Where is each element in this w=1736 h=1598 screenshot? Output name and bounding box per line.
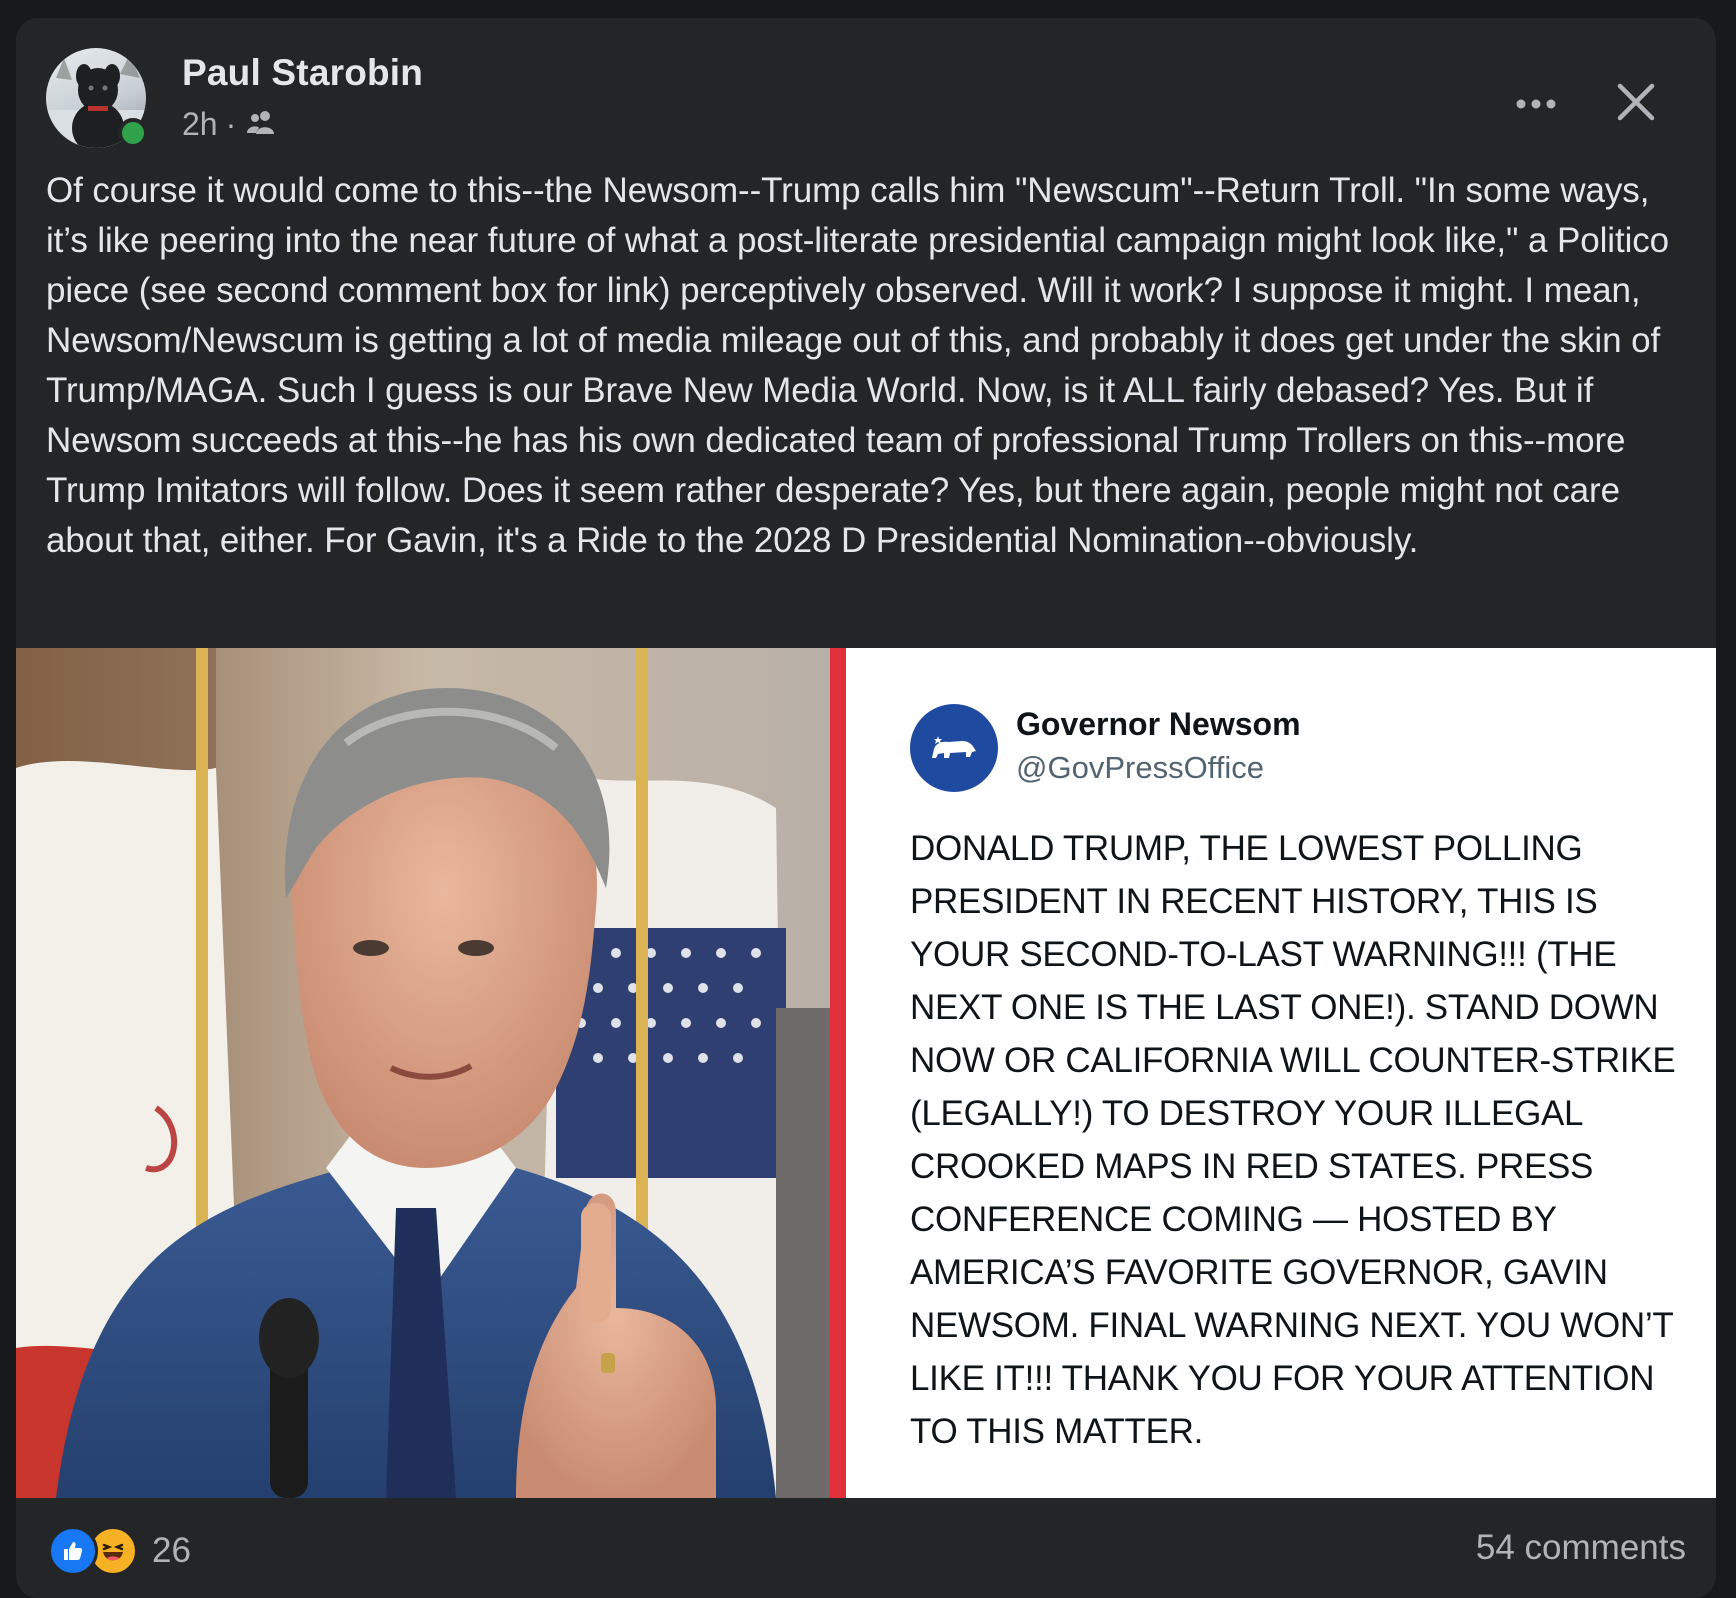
tweet-author-name: Governor Newsom <box>1016 706 1301 742</box>
california-bear-icon <box>910 704 998 792</box>
comments-count-link[interactable]: 54 comments <box>1476 1528 1686 1568</box>
post-image[interactable]: Governor Newsom @GovPressOffice DONALD T… <box>16 648 1716 1498</box>
close-icon[interactable] <box>1606 72 1666 132</box>
post-body-text: Of course it would come to this--the New… <box>46 171 1670 560</box>
like-reaction-icon <box>48 1526 98 1576</box>
tweet-body-text: DONALD TRUMP, THE LOWEST POLLING PRESIDE… <box>910 829 1676 1451</box>
tweet-author-handle: @GovPressOffice <box>1016 750 1264 785</box>
reactions-summary[interactable]: 26 <box>48 1526 191 1576</box>
post-card: Paul Starobin 2h · Of course it would co… <box>16 18 1716 1598</box>
meta-separator: · <box>225 106 237 142</box>
post-header: Paul Starobin 2h · <box>46 48 1686 158</box>
post-meta: 2h · <box>182 106 276 143</box>
post-timestamp[interactable]: 2h <box>182 106 218 143</box>
post-footer: 26 54 comments <box>16 1498 1716 1598</box>
more-options-icon[interactable] <box>1506 84 1566 124</box>
red-divider <box>830 648 846 1498</box>
friends-icon <box>244 106 276 143</box>
online-status-dot <box>118 118 148 148</box>
newsom-photo <box>16 648 830 1498</box>
embedded-tweet: Governor Newsom @GovPressOffice DONALD T… <box>846 648 1716 1498</box>
post-author-name[interactable]: Paul Starobin <box>182 52 423 94</box>
reaction-count: 26 <box>152 1531 191 1570</box>
